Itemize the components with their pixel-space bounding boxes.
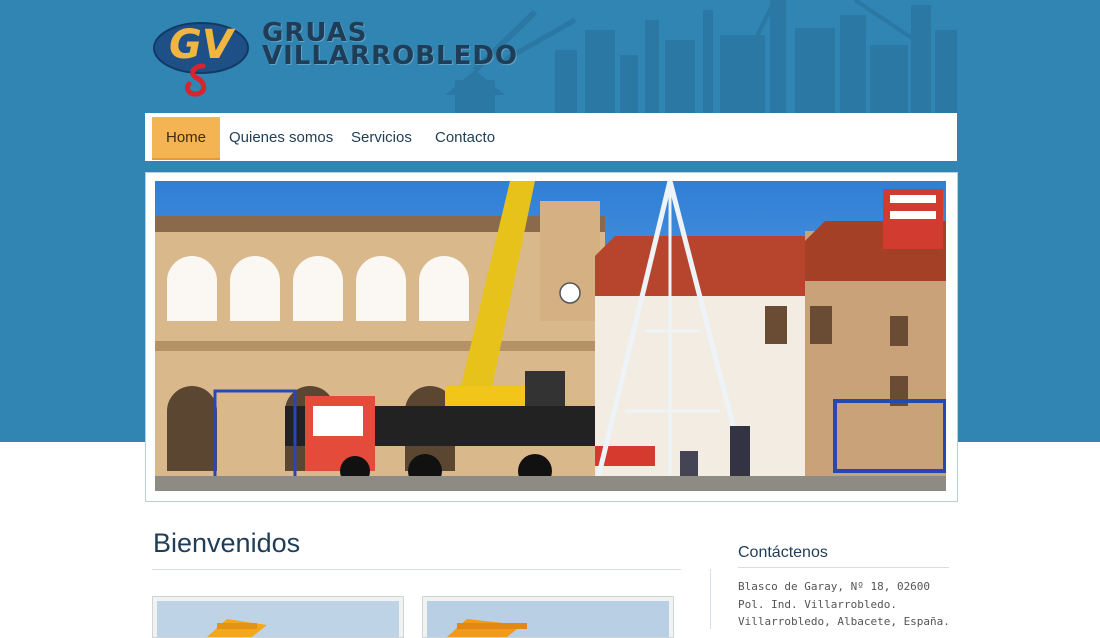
nav-servicios[interactable]: Servicios [351,117,412,158]
brand-name: GRUAS VILLARROBLEDO [262,20,519,71]
page-heading: Bienvenidos [153,528,301,558]
service-thumbnail-2[interactable] [422,596,674,638]
logo-monogram: GV [169,22,236,68]
image-slider [145,172,958,502]
nav-quienes-somos[interactable]: Quienes somos [229,117,333,158]
sidebar-contact-title: Contáctenos [738,544,828,561]
nav-contacto[interactable]: Contacto [435,117,495,158]
site-header: GV GRUAS VILLARROBLEDO [145,0,957,113]
company-logo: GV [153,22,249,97]
brand-line2: VILLARROBLEDO [262,41,519,71]
service-thumbnail-1[interactable] [152,596,404,638]
main-navigation: Home Quienes somos Servicios Contacto [145,113,957,161]
address-line: Pol. Ind. Villarrobledo. [738,598,897,611]
crane-photo-thumbnail [157,601,399,637]
sidebar-title-divider [738,567,949,568]
address-line: Villarrobledo, Albacete, España. [738,615,950,628]
nav-home[interactable]: Home [152,117,221,160]
slider-photo [155,181,946,491]
industrial-skyline-graphic [445,0,957,113]
sidebar-divider [710,569,711,629]
heading-divider [152,569,681,570]
address-line: Blasco de Garay, Nº 18, 02600 [738,580,931,593]
crane-photo-thumbnail [427,601,669,637]
